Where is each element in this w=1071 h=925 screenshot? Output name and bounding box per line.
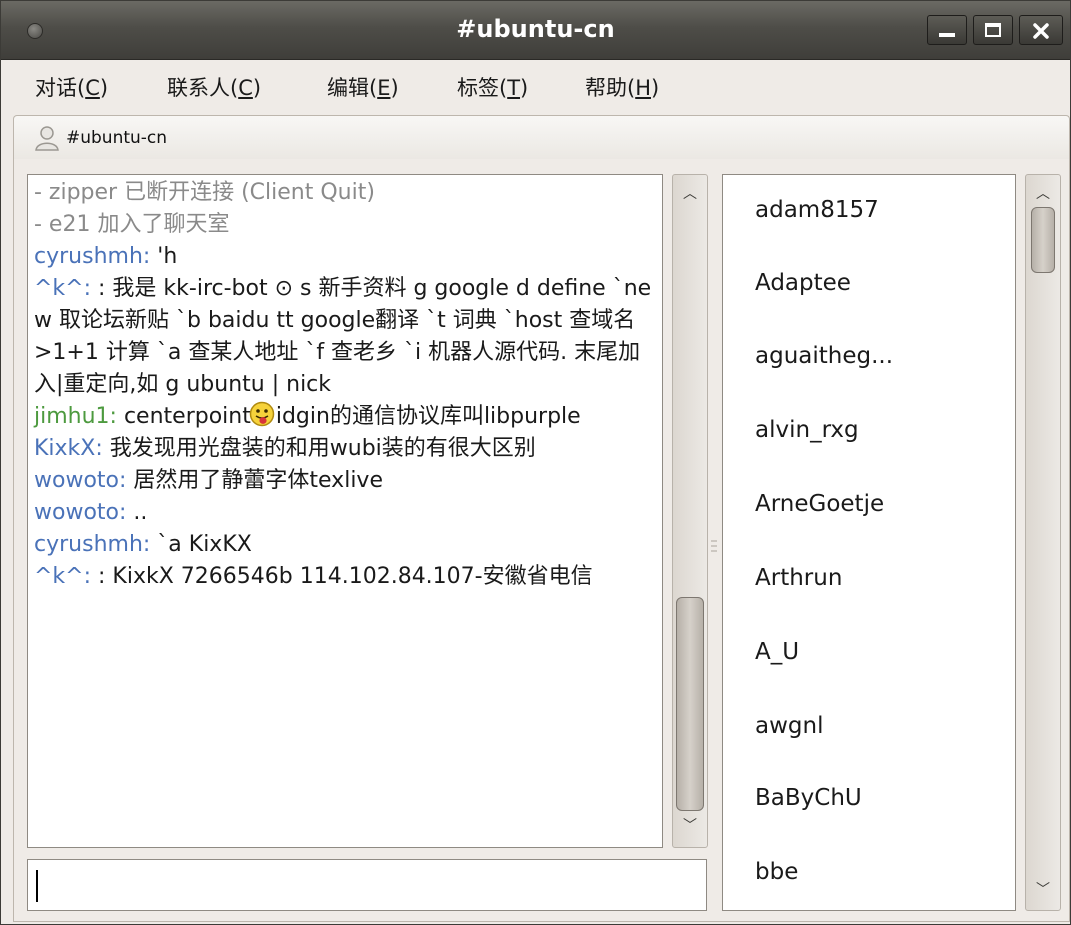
message-text: : KixkX 7266546b 114.102.84.107-安徽省电信 bbox=[98, 564, 593, 589]
close-button[interactable] bbox=[1019, 15, 1063, 45]
message-text: 居然用了静蕾字体texlive bbox=[133, 468, 383, 493]
menu-tabs[interactable]: 标签(T) bbox=[457, 72, 528, 102]
close-icon bbox=[1033, 23, 1049, 39]
user-list-item[interactable]: aguaitheg... bbox=[755, 343, 893, 369]
chat-history[interactable]: - zipper 已断开连接 (Client Quit) - e21 加入了聊天… bbox=[27, 174, 663, 848]
nickname[interactable]: ^k^: bbox=[34, 276, 98, 301]
chevron-down-icon[interactable]: ﹀ bbox=[673, 815, 707, 835]
user-list-item[interactable]: A_U bbox=[755, 639, 799, 665]
window-title: #ubuntu-cn bbox=[456, 15, 615, 43]
nickname[interactable]: wowoto: bbox=[34, 468, 133, 493]
user-list-item[interactable]: alvin_rxg bbox=[755, 417, 859, 443]
user-list-item[interactable]: awgnl bbox=[755, 713, 823, 739]
menu-help[interactable]: 帮助(H) bbox=[585, 72, 659, 102]
chat-message: wowoto: 居然用了静蕾字体texlive bbox=[34, 465, 654, 497]
conversation-tab[interactable]: #ubuntu-cn bbox=[13, 115, 1070, 159]
menu-bar: 对话(C) 联系人(C) 编辑(E) 标签(T) 帮助(H) bbox=[1, 60, 1070, 110]
menu-buddies[interactable]: 联系人(C) bbox=[167, 72, 261, 102]
nickname[interactable]: ^k^: bbox=[34, 564, 98, 589]
message-text: 我发现用光盘装的和用wubi装的有很大区别 bbox=[109, 436, 536, 461]
user-list-scroll-thumb[interactable] bbox=[1031, 207, 1055, 273]
text-caret bbox=[36, 870, 38, 902]
chat-window: #ubuntu-cn 对话(C) 联系人(C) 编辑(E) 标签(T) 帮助(H… bbox=[0, 0, 1071, 925]
message-text: .. bbox=[133, 500, 148, 525]
user-list-item[interactable]: adam8157 bbox=[755, 197, 879, 223]
person-icon bbox=[35, 126, 59, 151]
chat-message: ^k^: : KixkX 7266546b 114.102.84.107-安徽省… bbox=[34, 561, 654, 593]
message-text: centerpoint bbox=[123, 404, 251, 429]
message-text: idgin的通信协议库叫libpurple bbox=[275, 404, 581, 429]
nickname[interactable]: jimhu1: bbox=[34, 404, 124, 429]
user-list-item[interactable]: Arthrun bbox=[755, 565, 842, 591]
chat-message: cyrushmh: `a KixKX bbox=[34, 529, 654, 561]
message-text: `a KixKX bbox=[157, 532, 252, 557]
chat-message: wowoto: .. bbox=[34, 497, 654, 529]
pane-resize-grip-icon[interactable] bbox=[711, 531, 717, 561]
user-list-item[interactable]: Adaptee bbox=[755, 270, 851, 296]
menu-edit[interactable]: 编辑(E) bbox=[327, 72, 399, 102]
minimize-icon bbox=[939, 33, 955, 37]
system-message: - zipper 已断开连接 (Client Quit) bbox=[34, 180, 375, 205]
tab-label: #ubuntu-cn bbox=[66, 128, 168, 148]
user-list-item[interactable]: bbe bbox=[755, 859, 798, 885]
tongue-emoticon-icon bbox=[249, 401, 275, 427]
user-list-scrollbar[interactable]: ︿ ﹀ bbox=[1025, 174, 1061, 911]
menu-conversation[interactable]: 对话(C) bbox=[35, 72, 108, 102]
nickname[interactable]: wowoto: bbox=[34, 500, 133, 525]
system-message: - e21 加入了聊天室 bbox=[34, 212, 230, 237]
user-list-item[interactable]: ArneGoetje bbox=[755, 491, 884, 517]
chat-message: KixkX: 我发现用光盘装的和用wubi装的有很大区别 bbox=[34, 433, 654, 465]
chevron-down-icon[interactable]: ﹀ bbox=[1026, 879, 1060, 899]
chat-message: jimhu1: centerpoint idgin的通信协议库叫libpurple bbox=[34, 401, 654, 433]
maximize-button[interactable] bbox=[973, 15, 1013, 45]
minimize-button[interactable] bbox=[927, 15, 967, 45]
user-list-item[interactable]: BaByChU bbox=[755, 785, 862, 811]
message-text: : 我是 kk-irc-bot ⊙ s 新手资料 g google d defi… bbox=[34, 276, 652, 397]
chevron-up-icon[interactable]: ︿ bbox=[1026, 183, 1060, 203]
message-text: 'h bbox=[157, 244, 178, 269]
maximize-icon bbox=[985, 23, 1001, 37]
user-list[interactable]: adam8157 Adaptee aguaitheg... alvin_rxg … bbox=[722, 174, 1016, 911]
chevron-up-icon[interactable]: ︿ bbox=[673, 183, 707, 203]
title-bar[interactable]: #ubuntu-cn bbox=[1, 1, 1070, 60]
chat-message: cyrushmh: 'h bbox=[34, 241, 654, 273]
message-input[interactable] bbox=[27, 859, 707, 911]
chat-message: ^k^: : 我是 kk-irc-bot ⊙ s 新手资料 g google d… bbox=[34, 273, 654, 401]
chat-scrollbar[interactable]: ︿ ﹀ bbox=[672, 174, 708, 848]
nickname[interactable]: cyrushmh: bbox=[34, 532, 157, 557]
nickname[interactable]: KixkX: bbox=[34, 436, 110, 461]
chat-scroll-thumb[interactable] bbox=[676, 597, 704, 811]
nickname[interactable]: cyrushmh: bbox=[34, 244, 157, 269]
